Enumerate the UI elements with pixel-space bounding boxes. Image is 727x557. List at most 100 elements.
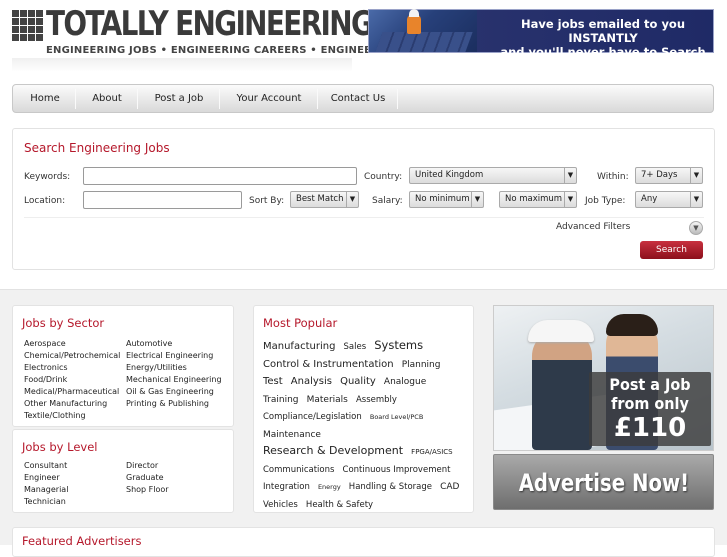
popular-tag-link[interactable]: Board Level/PCB <box>370 413 423 421</box>
postjob-line-1: Post a Job <box>609 375 691 394</box>
engineer-graphic <box>532 330 592 450</box>
nav-your-account[interactable]: Your Account <box>223 85 315 112</box>
sector-link[interactable]: Mechanical Engineering <box>126 375 222 384</box>
banner-photo <box>369 9 477 52</box>
popular-tag-link[interactable]: Handling & Storage <box>349 482 432 492</box>
sector-link[interactable]: Other Manufacturing <box>24 399 107 408</box>
most-popular-box: Most Popular Manufacturing Sales Systems… <box>253 305 474 513</box>
popular-tag-link[interactable]: Vehicles <box>263 500 298 510</box>
jobs-by-level-box: Jobs by Level Consultant Engineer Manage… <box>12 429 234 513</box>
popular-tag-link[interactable]: Energy <box>318 483 341 491</box>
popular-tag-link[interactable]: Materials <box>307 395 348 405</box>
popular-tag-link[interactable]: Compliance/Legislation <box>263 412 362 422</box>
chevron-down-icon: ▼ <box>564 192 576 207</box>
sector-link[interactable]: Medical/Pharmaceutical <box>24 387 119 396</box>
salary-min-select[interactable]: No minimum ▼ <box>409 191 484 208</box>
logo-reflection <box>12 58 352 72</box>
sector-link[interactable]: Printing & Publishing <box>126 399 209 408</box>
popular-tag-link[interactable]: Training <box>263 395 299 405</box>
popular-tag-link[interactable]: CAD <box>440 482 459 492</box>
popular-tag-link[interactable]: Planning <box>402 360 441 370</box>
chevron-down-icon: ▼ <box>690 168 702 183</box>
divider <box>24 217 704 218</box>
salary-max-select[interactable]: No maximum ▼ <box>499 191 577 208</box>
popular-tag-link[interactable]: Test <box>263 376 283 387</box>
logo-title: TOTALLY ENGINEERING <box>46 4 374 44</box>
post-a-job-promo[interactable]: Post a Job from only £110 <box>493 305 714 451</box>
sector-link[interactable]: Chemical/Petrochemical <box>24 351 120 360</box>
level-link[interactable]: Graduate <box>126 473 164 482</box>
featured-title: Featured Advertisers <box>22 534 142 548</box>
popular-tag-link[interactable]: Manufacturing <box>263 341 335 352</box>
main-nav: Home About Post a Job Your Account Conta… <box>12 84 714 113</box>
within-select[interactable]: 7+ Days ▼ <box>635 167 703 184</box>
job-alert-banner[interactable]: Have jobs emailed to you INSTANTLY and y… <box>368 9 714 73</box>
keywords-input[interactable] <box>83 167 357 185</box>
nav-home[interactable]: Home <box>17 85 73 112</box>
popular-tag-link[interactable]: Assembly <box>356 395 397 405</box>
sector-title: Jobs by Sector <box>22 316 105 330</box>
sector-link[interactable]: Energy/Utilities <box>126 363 187 372</box>
sector-link[interactable]: Electrical Engineering <box>126 351 213 360</box>
popular-tag-link[interactable]: Continuous Improvement <box>343 465 451 475</box>
tag-cloud: Manufacturing Sales Systems Control & In… <box>263 337 471 512</box>
jobtype-select[interactable]: Any ▼ <box>635 191 703 208</box>
nav-post-a-job[interactable]: Post a Job <box>141 85 217 112</box>
sector-link[interactable]: Automotive <box>126 339 172 348</box>
nav-about[interactable]: About <box>79 85 135 112</box>
level-link[interactable]: Managerial <box>24 485 68 494</box>
search-button[interactable]: Search <box>640 241 703 259</box>
sortby-select[interactable]: Best Match ▼ <box>290 191 359 208</box>
jobtype-value: Any <box>641 194 658 204</box>
engineer-hair-graphic <box>606 314 658 336</box>
popular-tag-link[interactable]: Control & Instrumentation <box>263 359 394 370</box>
price-tag: Post a Job from only £110 <box>589 372 711 446</box>
sector-link[interactable]: Electronics <box>24 363 68 372</box>
advertise-now-button[interactable]: Advertise Now! <box>493 454 714 510</box>
sector-link[interactable]: Food/Drink <box>24 375 67 384</box>
sector-link[interactable]: Textile/Clothing <box>24 411 86 420</box>
popular-tag-link[interactable]: Health & Safety <box>306 500 373 510</box>
popular-tag-link[interactable]: Sales <box>344 342 367 352</box>
search-panel: Search Engineering Jobs Keywords: Countr… <box>12 128 715 270</box>
chevron-down-icon: ▼ <box>346 192 358 207</box>
popular-tag-link[interactable]: Research & Development <box>263 444 403 457</box>
sector-link[interactable]: Oil & Gas Engineering <box>126 387 214 396</box>
salary-max-value: No maximum <box>505 194 563 204</box>
advanced-filters-link[interactable]: Advanced Filters <box>556 222 630 232</box>
popular-tag-link[interactable]: FPGA/ASICS <box>411 448 452 456</box>
level-link[interactable]: Shop Floor <box>126 485 169 494</box>
popular-tag-link[interactable]: Communications <box>263 465 334 475</box>
search-title: Search Engineering Jobs <box>24 141 170 155</box>
popular-tag-link[interactable]: Systems <box>374 338 423 352</box>
level-link[interactable]: Engineer <box>24 473 60 482</box>
location-label: Location: <box>24 196 66 206</box>
popular-tag-link[interactable]: Integration <box>263 482 310 492</box>
banner-text: Have jobs emailed to you INSTANTLY and y… <box>495 17 711 73</box>
sector-link[interactable]: Aerospace <box>24 339 66 348</box>
popular-tag-link[interactable]: Analysis <box>291 376 332 387</box>
salary-label: Salary: <box>372 196 403 206</box>
site-logo[interactable]: TOTALLY ENGINEERING ENGINEERING JOBS • E… <box>12 4 456 72</box>
popular-tag-link[interactable]: Maintenance <box>263 430 321 440</box>
chevron-down-icon[interactable]: ▼ <box>689 221 703 235</box>
nav-separator <box>75 89 76 109</box>
level-link[interactable]: Consultant <box>24 461 67 470</box>
level-link[interactable]: Technician <box>24 497 66 506</box>
popular-tag-link[interactable]: Quality <box>340 376 376 387</box>
location-input[interactable] <box>83 191 242 209</box>
popular-title: Most Popular <box>263 316 338 330</box>
postjob-line-2: from only <box>611 394 689 413</box>
nav-separator <box>317 89 318 109</box>
worker-graphic <box>407 9 421 34</box>
country-select[interactable]: United Kingdom ▼ <box>409 167 577 184</box>
sortby-label: Sort By: <box>249 196 285 206</box>
nav-separator <box>137 89 138 109</box>
nav-separator <box>397 89 398 109</box>
level-link[interactable]: Director <box>126 461 158 470</box>
within-label: Within: <box>597 172 629 182</box>
content-area: Jobs by Sector Aerospace Chemical/Petroc… <box>0 289 727 557</box>
popular-tag-link[interactable]: Analogue <box>384 377 426 387</box>
nav-separator <box>219 89 220 109</box>
nav-contact-us[interactable]: Contact Us <box>321 85 395 112</box>
